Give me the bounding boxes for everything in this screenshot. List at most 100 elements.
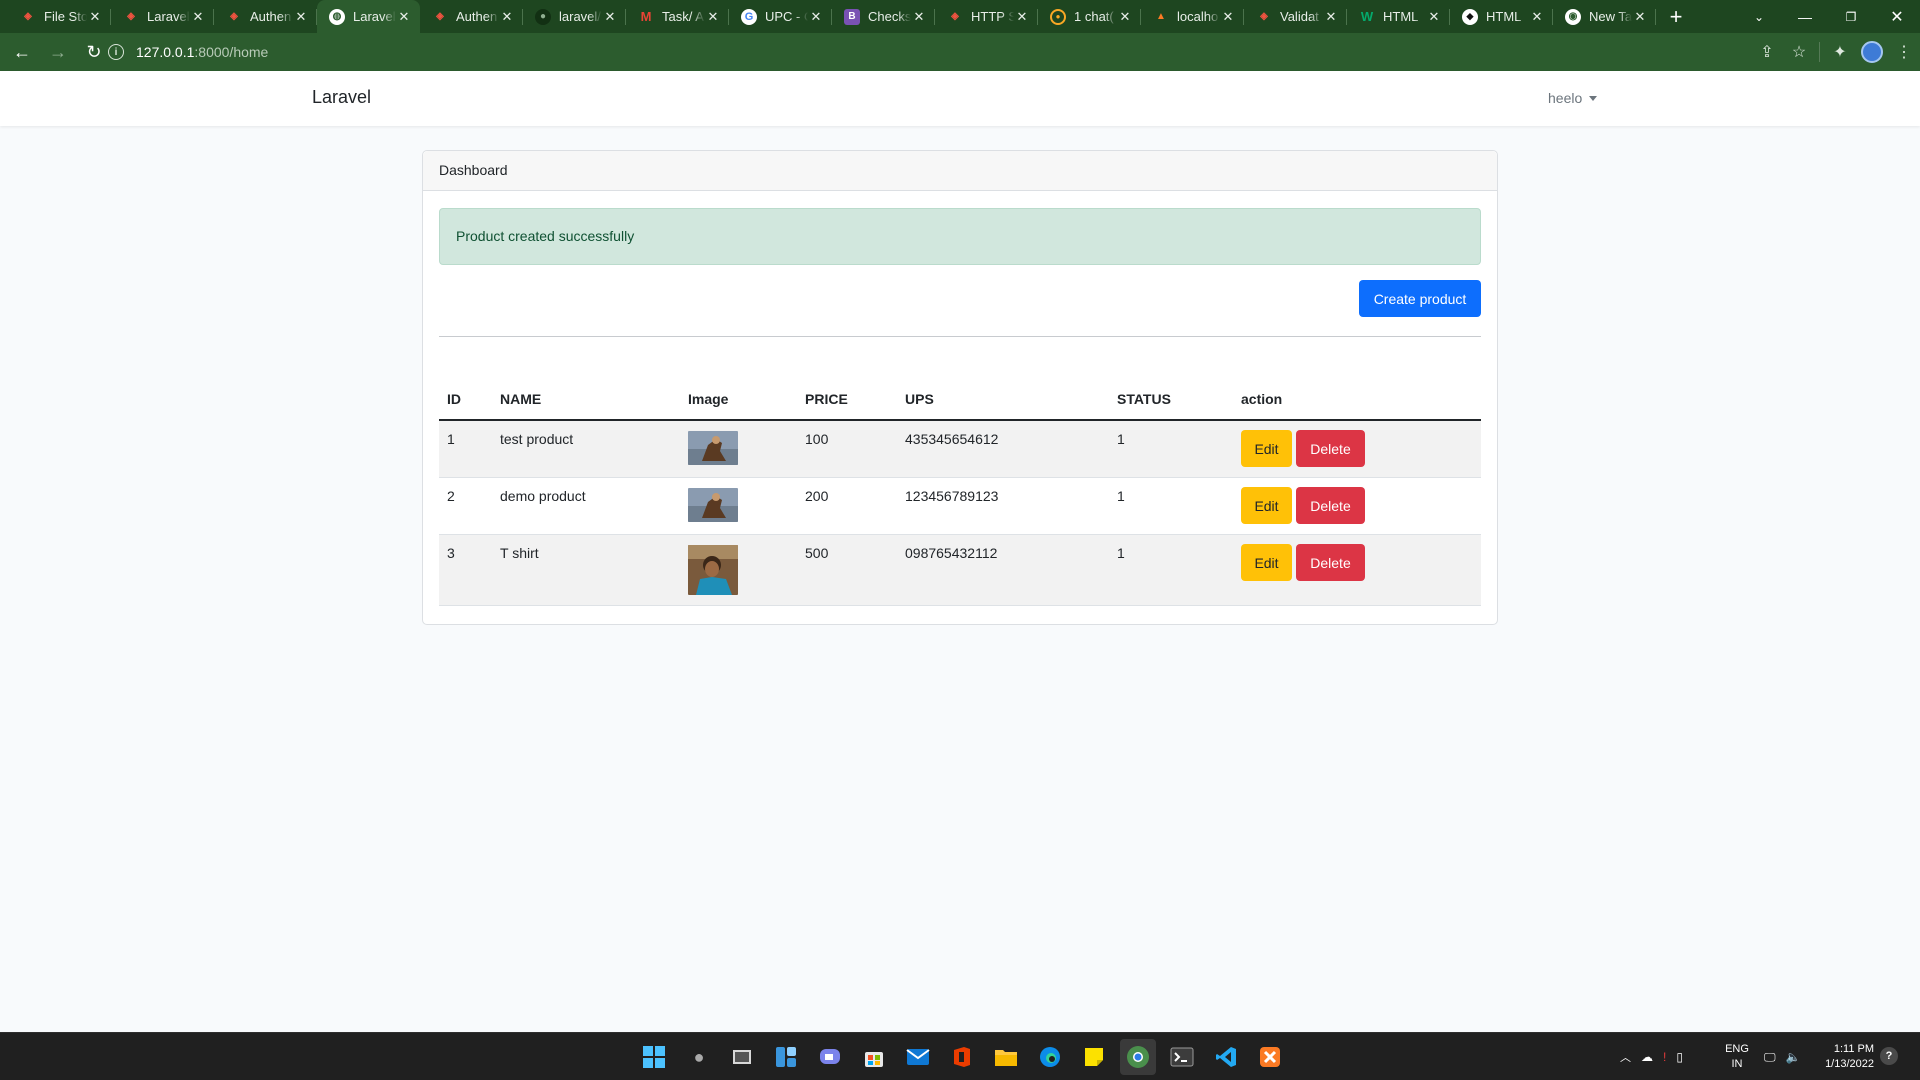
browser-tab[interactable]: ◈ Validat ✕ xyxy=(1244,0,1347,33)
cell-id: 1 xyxy=(439,420,492,478)
new-tab-plus-icon[interactable]: + xyxy=(1660,0,1692,33)
browser-tab[interactable]: ● 1 chat(✕ xyxy=(1038,0,1141,33)
store-icon[interactable] xyxy=(860,1043,888,1071)
browser-tab[interactable]: ◉ New Ta ✕ xyxy=(1553,0,1656,33)
minimize-icon[interactable]: — xyxy=(1782,0,1828,33)
close-tab-icon[interactable]: ✕ xyxy=(911,9,927,25)
back-arrow-icon[interactable]: ← xyxy=(8,38,36,66)
browser-tab[interactable]: GUPC - C✕ xyxy=(729,0,832,33)
browser-toolbar: ← → ↻ i 127.0.0.1:8000/home ⇪ ☆ ✦ ⋮ xyxy=(0,33,1920,71)
close-tab-icon[interactable]: ✕ xyxy=(396,9,412,25)
navbar-brand[interactable]: Laravel xyxy=(312,87,371,108)
browser-tab[interactable]: ◆ HTML ✕ xyxy=(1450,0,1553,33)
file-explorer-icon[interactable] xyxy=(992,1043,1020,1071)
close-tab-icon[interactable]: ✕ xyxy=(190,9,206,25)
close-tab-icon[interactable]: ✕ xyxy=(808,9,824,25)
laravel-icon: ◈ xyxy=(436,11,444,22)
browser-tab[interactable]: ◈ HTTP S ✕ xyxy=(935,0,1038,33)
vscode-icon[interactable] xyxy=(1212,1043,1240,1071)
browser-tab[interactable]: ◈ Laravel ✕ xyxy=(111,0,214,33)
close-tab-icon[interactable]: ✕ xyxy=(602,9,618,25)
forward-arrow-icon[interactable]: → xyxy=(44,38,72,66)
office-icon[interactable] xyxy=(948,1043,976,1071)
gmail-icon: M xyxy=(640,9,652,24)
xampp-taskbar-icon[interactable] xyxy=(1256,1043,1284,1071)
close-tab-icon[interactable]: ✕ xyxy=(1323,9,1339,25)
alert-icon[interactable]: ! xyxy=(1663,1050,1666,1064)
browser-tab[interactable]: ● laravel/✕ xyxy=(523,0,626,33)
time: 1:11 PM xyxy=(1833,1043,1874,1055)
globe-icon: ◍ xyxy=(329,8,345,25)
close-tab-icon[interactable]: ✕ xyxy=(1117,9,1133,25)
create-product-button[interactable]: Create product xyxy=(1359,280,1481,317)
close-window-icon[interactable]: ✕ xyxy=(1874,0,1920,33)
cell-price: 200 xyxy=(797,477,897,535)
close-tab-icon[interactable]: ✕ xyxy=(1529,9,1545,25)
delete-button[interactable]: Delete xyxy=(1296,430,1365,467)
profile-avatar[interactable] xyxy=(1856,36,1888,68)
chat-icon: ● xyxy=(1050,8,1066,25)
usb-device-icon[interactable]: ▯ xyxy=(1676,1050,1683,1064)
edge-icon[interactable] xyxy=(1036,1043,1064,1071)
more-menu-icon[interactable]: ⋮ xyxy=(1888,36,1920,68)
close-tab-icon[interactable]: ✕ xyxy=(1220,9,1236,25)
mail-icon[interactable] xyxy=(904,1043,932,1071)
close-tab-icon[interactable]: ✕ xyxy=(87,9,103,25)
close-tab-icon[interactable]: ✕ xyxy=(1632,9,1648,25)
laravel-icon: ◈ xyxy=(127,11,135,22)
close-tab-icon[interactable]: ✕ xyxy=(1426,9,1442,25)
windows-taskbar: ● ︿ ☁ ! ▯ ENG IN 🖵 🔈 1:11 PM 1/13/2022 ? xyxy=(0,1032,1920,1080)
app-navbar: Laravel heelo xyxy=(0,71,1920,126)
edit-button[interactable]: Edit xyxy=(1241,430,1292,467)
network-icon[interactable]: 🖵 xyxy=(1764,1050,1776,1065)
reload-icon[interactable]: ↻ xyxy=(80,38,108,66)
cell-status: 1 xyxy=(1109,420,1233,478)
delete-button[interactable]: Delete xyxy=(1296,544,1365,581)
cell-ups: 435345654612 xyxy=(897,420,1109,478)
task-view-icon[interactable] xyxy=(728,1043,756,1071)
browser-tab-active[interactable]: ◍ Laravel ✕ xyxy=(317,0,420,33)
teams-chat-icon[interactable] xyxy=(816,1043,844,1071)
delete-button[interactable]: Delete xyxy=(1296,487,1365,524)
chrome-taskbar-icon[interactable] xyxy=(1120,1039,1156,1075)
divider xyxy=(439,336,1481,337)
browser-tab[interactable]: B Checks ✕ xyxy=(832,0,935,33)
browser-tab[interactable]: M Task/ A ✕ xyxy=(626,0,729,33)
xampp-icon: ▲ xyxy=(1156,11,1166,22)
close-tab-icon[interactable]: ✕ xyxy=(293,9,309,25)
search-icon[interactable]: ● xyxy=(685,1043,713,1071)
browser-tab[interactable]: ▲ localho ✕ xyxy=(1141,0,1244,33)
widgets-icon[interactable] xyxy=(772,1043,800,1071)
column-header-ups: UPS xyxy=(897,378,1109,421)
close-tab-icon[interactable]: ✕ xyxy=(499,9,515,25)
browser-tab[interactable]: ◈ Authen ✕ xyxy=(214,0,317,33)
tray-chevron-up-icon[interactable]: ︿ xyxy=(1620,1049,1631,1065)
bookmark-star-icon[interactable]: ☆ xyxy=(1783,36,1815,68)
browser-tab[interactable]: ◈ File Sto ✕ xyxy=(8,0,111,33)
edit-button[interactable]: Edit xyxy=(1241,487,1292,524)
cell-price: 100 xyxy=(797,420,897,478)
volume-icon[interactable]: 🔈 xyxy=(1786,1050,1801,1064)
tab-search-chevron-icon[interactable]: ⌄ xyxy=(1736,0,1782,33)
restore-icon[interactable]: ❐ xyxy=(1828,0,1874,33)
browser-tab[interactable]: W HTML ✕ xyxy=(1347,0,1450,33)
address-bar[interactable]: i 127.0.0.1:8000/home xyxy=(108,37,1788,67)
site-info-icon[interactable]: i xyxy=(108,44,124,60)
clock[interactable]: 1:11 PM 1/13/2022 xyxy=(1818,1042,1874,1072)
input-language[interactable]: ENG IN xyxy=(1722,1042,1752,1072)
browser-tab[interactable]: ◈ Authen ✕ xyxy=(420,0,523,33)
table-row: 1 test product 100 435345654612 1 Edit De… xyxy=(439,420,1481,478)
start-windows-icon[interactable] xyxy=(640,1043,668,1071)
notification-help-icon[interactable]: ? xyxy=(1880,1047,1898,1065)
close-tab-icon[interactable]: ✕ xyxy=(1014,9,1030,25)
onedrive-cloud-icon[interactable]: ☁ xyxy=(1641,1050,1653,1064)
extensions-puzzle-icon[interactable]: ✦ xyxy=(1824,36,1856,68)
column-header-image: Image xyxy=(680,378,797,421)
edit-button[interactable]: Edit xyxy=(1241,544,1292,581)
share-icon[interactable]: ⇪ xyxy=(1751,36,1783,68)
sticky-notes-icon[interactable] xyxy=(1080,1043,1108,1071)
cell-action: Edit Delete xyxy=(1233,420,1481,478)
terminal-icon[interactable] xyxy=(1168,1043,1196,1071)
user-dropdown[interactable]: heelo xyxy=(1548,90,1598,106)
close-tab-icon[interactable]: ✕ xyxy=(705,9,721,25)
